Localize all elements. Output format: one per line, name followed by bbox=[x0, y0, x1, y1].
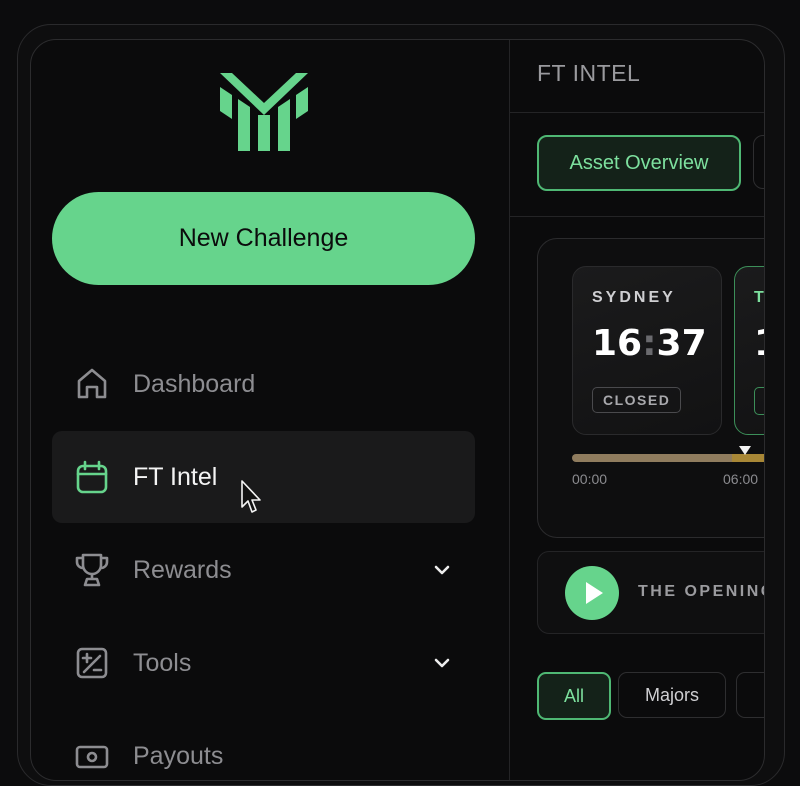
tab-next[interactable] bbox=[753, 135, 764, 189]
session-status-badge: CLOSED bbox=[592, 387, 682, 413]
current-time-marker-icon bbox=[739, 446, 751, 455]
session-city: T bbox=[754, 289, 764, 307]
calendar-icon bbox=[73, 458, 111, 496]
market-sessions-panel: SYDNEY 16:37 CLOSED T 1 00:00 06:00 bbox=[537, 238, 764, 538]
calculator-icon bbox=[73, 644, 111, 682]
sidebar-item-label: Dashboard bbox=[133, 369, 256, 398]
session-time: 16:37 bbox=[592, 323, 707, 364]
mouse-cursor-icon bbox=[241, 480, 261, 513]
sidebar-item-ft-intel[interactable]: FT Intel bbox=[52, 431, 475, 523]
sidebar-item-rewards[interactable]: Rewards bbox=[52, 524, 475, 616]
sidebar-item-dashboard[interactable]: Dashboard bbox=[52, 338, 475, 430]
audio-briefing-player: THE OPENING bbox=[537, 551, 765, 634]
sidebar-item-label: Payouts bbox=[133, 741, 224, 770]
page-title: FT INTEL bbox=[537, 60, 641, 86]
session-card-active[interactable]: T 1 bbox=[734, 266, 764, 435]
sidebar-item-label: Tools bbox=[133, 648, 192, 677]
play-icon bbox=[586, 582, 603, 604]
session-city: SYDNEY bbox=[592, 289, 676, 306]
app-window: New Challenge Dashboard FT Intel Rewards… bbox=[30, 39, 765, 781]
sidebar-item-tools[interactable]: Tools bbox=[52, 617, 475, 709]
chevron-down-icon[interactable] bbox=[431, 652, 453, 674]
audio-title: THE OPENING bbox=[638, 583, 765, 600]
timeline-label: 06:00 bbox=[723, 471, 759, 487]
timeline-label: 00:00 bbox=[572, 471, 608, 487]
session-card-sydney[interactable]: SYDNEY 16:37 CLOSED bbox=[572, 266, 722, 435]
session-time: 1 bbox=[754, 323, 764, 364]
main-panel: FT INTEL Asset Overview SYDNEY 16:37 CLO… bbox=[510, 40, 764, 780]
sidebar-item-payouts[interactable]: Payouts bbox=[52, 710, 475, 780]
filter-chip-next[interactable] bbox=[736, 672, 764, 718]
filter-chip-all[interactable]: All bbox=[537, 672, 611, 720]
session-status-badge bbox=[754, 387, 764, 415]
new-challenge-button[interactable]: New Challenge bbox=[52, 192, 475, 285]
session-timeline[interactable] bbox=[572, 454, 764, 462]
chevron-down-icon[interactable] bbox=[431, 559, 453, 581]
timeline-highlight bbox=[732, 454, 764, 462]
sidebar-item-label: FT Intel bbox=[133, 462, 218, 491]
payout-icon bbox=[73, 737, 111, 775]
filter-chip-majors[interactable]: Majors bbox=[618, 672, 726, 718]
play-button[interactable] bbox=[565, 566, 619, 620]
sidebar-item-label: Rewards bbox=[133, 555, 232, 584]
divider bbox=[510, 112, 764, 113]
brand-logo-icon bbox=[220, 73, 308, 151]
trophy-icon bbox=[73, 551, 111, 589]
tab-asset-overview[interactable]: Asset Overview bbox=[537, 135, 741, 191]
sidebar: New Challenge Dashboard FT Intel Rewards… bbox=[31, 40, 510, 780]
divider bbox=[510, 216, 764, 217]
home-icon bbox=[73, 365, 111, 403]
